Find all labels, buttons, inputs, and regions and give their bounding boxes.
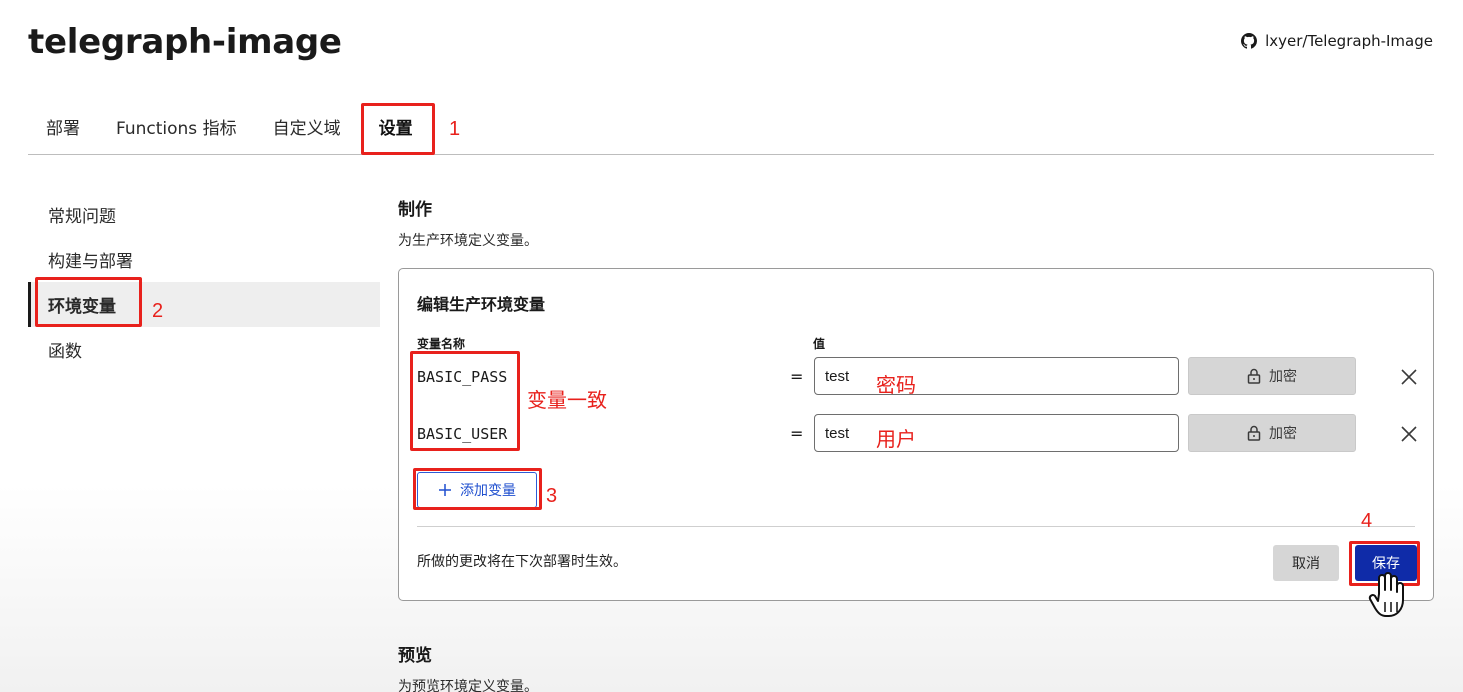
sidebar-item-general[interactable]: 常规问题 xyxy=(28,192,380,237)
production-subtitle: 为生产环境定义变量。 xyxy=(398,233,538,249)
production-env-card: 编辑生产环境变量 变量名称 值 BASIC_PASS = test 加密 BAS… xyxy=(398,268,1434,601)
tab-custom-domains[interactable]: 自定义域 xyxy=(255,99,359,154)
encrypt-button[interactable]: 加密 xyxy=(1188,414,1356,452)
value-input-basic-pass[interactable]: test xyxy=(814,357,1179,395)
add-variable-button[interactable]: 添加变量 xyxy=(417,472,537,508)
close-icon[interactable] xyxy=(1400,368,1418,386)
plus-icon xyxy=(439,484,451,496)
settings-sidebar: 常规问题 构建与部署 环境变量 函数 xyxy=(28,192,380,372)
sidebar-item-build-deploy[interactable]: 构建与部署 xyxy=(28,237,380,282)
repo-link-label: lxyer/Telegraph-Image xyxy=(1265,32,1433,50)
col-label-name: 变量名称 xyxy=(417,337,466,351)
lock-icon xyxy=(1247,425,1261,441)
var-name-basic-pass[interactable]: BASIC_PASS xyxy=(417,368,507,386)
repo-link[interactable]: lxyer/Telegraph-Image xyxy=(1241,32,1433,50)
encrypt-label: 加密 xyxy=(1269,426,1297,442)
tab-functions-metrics[interactable]: Functions 指标 xyxy=(98,99,255,154)
col-label-value: 值 xyxy=(813,337,826,351)
add-variable-label: 添加变量 xyxy=(460,483,516,499)
project-title: telegraph-image xyxy=(28,22,342,62)
production-title: 制作 xyxy=(398,200,432,220)
card-title: 编辑生产环境变量 xyxy=(417,295,546,314)
close-icon[interactable] xyxy=(1400,425,1418,443)
preview-subtitle: 为预览环境定义变量。 xyxy=(398,679,538,692)
save-button[interactable]: 保存 xyxy=(1355,545,1417,581)
tab-deploy[interactable]: 部署 xyxy=(28,99,98,154)
equals-sign: = xyxy=(790,367,804,386)
encrypt-button[interactable]: 加密 xyxy=(1188,357,1356,395)
tab-settings[interactable]: 设置 xyxy=(359,99,433,154)
var-name-basic-user[interactable]: BASIC_USER xyxy=(417,425,507,443)
equals-sign: = xyxy=(790,424,804,443)
encrypt-label: 加密 xyxy=(1269,369,1297,385)
cancel-button[interactable]: 取消 xyxy=(1273,545,1339,581)
card-footer-note: 所做的更改将在下次部署时生效。 xyxy=(417,554,627,570)
github-icon xyxy=(1241,33,1258,49)
lock-icon xyxy=(1247,368,1261,384)
preview-title: 预览 xyxy=(398,646,432,666)
sidebar-item-functions[interactable]: 函数 xyxy=(28,327,380,372)
value-input-basic-user[interactable]: test xyxy=(814,414,1179,452)
card-divider xyxy=(417,526,1415,527)
sidebar-item-env-vars[interactable]: 环境变量 xyxy=(28,282,380,327)
tab-bar: 部署 Functions 指标 自定义域 设置 xyxy=(28,100,1434,155)
